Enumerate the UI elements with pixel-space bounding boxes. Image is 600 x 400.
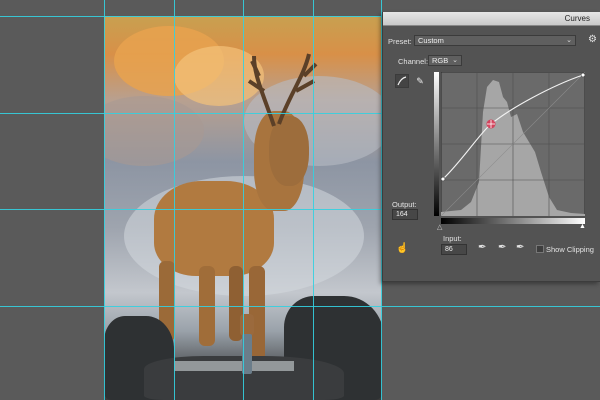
channel-value: RGB bbox=[432, 56, 449, 65]
guide-vertical[interactable] bbox=[104, 0, 105, 400]
preset-select[interactable]: Custom ⌄ bbox=[414, 35, 576, 46]
output-label: Output: bbox=[392, 200, 417, 209]
guide-vertical[interactable] bbox=[243, 0, 244, 400]
gear-icon[interactable]: ⚙ bbox=[588, 34, 597, 45]
control-point[interactable] bbox=[486, 119, 496, 129]
guide-vertical[interactable] bbox=[313, 0, 314, 400]
white-point-slider-icon[interactable]: ▲ bbox=[579, 223, 586, 230]
chevron-down-icon: ⌄ bbox=[566, 37, 572, 44]
output-field[interactable]: 164 bbox=[392, 209, 418, 220]
curve-edit-icon[interactable] bbox=[395, 74, 409, 88]
show-clipping-label: Show Clipping bbox=[546, 245, 594, 254]
input-field[interactable]: 86 bbox=[441, 244, 467, 255]
input-gradient-bar bbox=[441, 218, 585, 224]
panel-title: Curves bbox=[383, 12, 600, 26]
show-clipping-checkbox[interactable] bbox=[536, 245, 544, 253]
preset-value: Custom bbox=[418, 36, 444, 45]
hand-target-icon[interactable]: ☝ bbox=[396, 243, 408, 254]
channel-select[interactable]: RGB ⌄ bbox=[428, 55, 462, 66]
black-eyedropper-icon[interactable]: ✒ bbox=[478, 242, 486, 253]
input-label: Input: bbox=[443, 234, 462, 243]
gray-eyedropper-icon[interactable]: ✒ bbox=[498, 242, 506, 253]
chevron-down-icon: ⌄ bbox=[452, 57, 458, 64]
output-gradient-bar bbox=[434, 72, 439, 216]
channel-label: Channel: bbox=[398, 57, 429, 66]
black-point-slider-icon[interactable]: △ bbox=[437, 223, 442, 231]
guide-horizontal[interactable] bbox=[0, 306, 600, 307]
curves-graph[interactable] bbox=[441, 72, 585, 216]
guide-vertical[interactable] bbox=[174, 0, 175, 400]
pencil-icon[interactable]: ✎ bbox=[413, 74, 427, 88]
preset-label: Preset: bbox=[388, 37, 412, 46]
white-eyedropper-icon[interactable]: ✒ bbox=[516, 242, 524, 253]
